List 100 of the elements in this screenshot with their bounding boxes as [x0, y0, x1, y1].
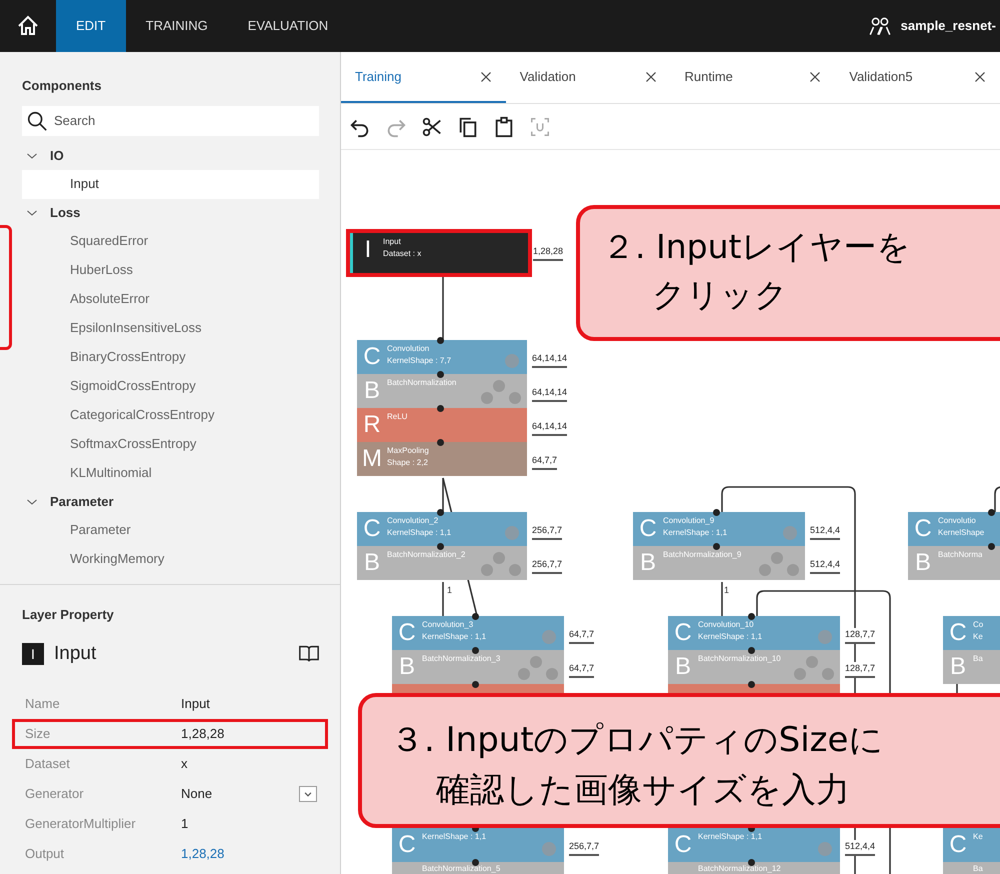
layer-node[interactable] — [392, 684, 564, 693]
property-value: 1,28,28 — [181, 724, 226, 743]
layer-title: Convolution_10 — [698, 619, 755, 631]
tree-item[interactable]: SoftmaxCrossEntropy — [22, 430, 319, 458]
tree-item[interactable]: Parameter — [22, 516, 319, 544]
parameter-badge-icon — [509, 564, 521, 576]
search-field[interactable]: Search — [22, 106, 319, 136]
close-icon[interactable] — [809, 71, 822, 83]
tree-item[interactable]: SigmoidCrossEntropy — [22, 372, 319, 400]
close-icon[interactable] — [480, 71, 492, 83]
editor-tab[interactable]: Training — [341, 53, 506, 103]
layer-title: BatchNormalization_5 — [422, 864, 500, 874]
layer-letter: C — [948, 618, 968, 648]
layer-node[interactable]: R ReLU — [357, 408, 527, 442]
output-shape: 64,14,14 — [532, 420, 568, 436]
copy-icon[interactable] — [457, 116, 479, 138]
output-shape: 128,7,7 — [845, 662, 876, 678]
callout-text: ２. Inputレイヤーを — [602, 226, 912, 268]
layer-title: Input — [383, 236, 402, 248]
output-shape: 64,7,7 — [532, 454, 558, 470]
project-name: sample_resnet- — [900, 17, 997, 36]
tree-item[interactable]: CategoricalCrossEntropy — [22, 400, 319, 430]
layer-title: BatchNormalization — [387, 377, 456, 389]
parameter-badge-icon — [509, 392, 521, 404]
tree-item[interactable]: AbsoluteError — [22, 284, 319, 314]
layer-title: Co — [973, 619, 984, 631]
property-value[interactable]: None — [181, 784, 299, 804]
layer-letter: B — [362, 548, 381, 578]
tree-item[interactable]: HuberLoss — [22, 256, 319, 284]
property-name: Dataset — [25, 754, 71, 773]
layer-node[interactable] — [668, 684, 840, 693]
tree-group-label[interactable]: Parameter — [50, 492, 114, 512]
clipboard-icon[interactable] — [493, 116, 515, 138]
layer-letter: C — [397, 618, 417, 648]
layer-param: KernelShape : 1,1 — [422, 631, 486, 643]
parameter-badge-icon — [794, 668, 806, 680]
tab-label: Validation — [520, 68, 577, 86]
tab-label: Training — [355, 68, 402, 86]
layer-letter: B — [398, 652, 416, 682]
dropdown-icon[interactable] — [299, 786, 317, 802]
nav-tab[interactable]: EVALUATION — [228, 0, 348, 52]
parameter-badge-icon — [481, 564, 493, 576]
layer-badge: I — [22, 643, 44, 666]
parameter-badge-icon — [530, 656, 542, 668]
layer-letter: M — [361, 444, 383, 474]
layer-param: Shape : 2,2 — [387, 457, 429, 469]
editor-tab[interactable]: Validation5 — [835, 53, 1000, 103]
parameter-badge-icon — [493, 380, 505, 392]
weight-badge-icon — [542, 630, 556, 644]
property-value: Input — [181, 694, 211, 713]
nav-tab[interactable]: TRAINING — [126, 0, 228, 52]
tree-group-label[interactable]: Loss — [50, 202, 80, 222]
layer-param: Dataset : x — [383, 248, 422, 260]
layer-node[interactable]: C Ke — [943, 828, 1000, 862]
property-value: 1 — [181, 814, 190, 833]
nav-tab[interactable]: EDIT — [56, 0, 126, 52]
editor-tab[interactable]: Validation — [506, 53, 670, 103]
layer-param: Ke — [973, 631, 984, 643]
layer-letter: C — [638, 514, 658, 544]
layer-param: KernelShape : 1,1 — [387, 527, 452, 539]
close-icon[interactable] — [974, 71, 986, 83]
editor-tab[interactable]: Runtime — [670, 53, 836, 103]
layer-letter: R — [362, 410, 382, 440]
tree-item[interactable]: SquaredError — [22, 226, 319, 256]
tree-item[interactable]: EpsilonInsensitiveLoss — [22, 314, 319, 342]
parameter-badge-icon — [493, 552, 505, 564]
tab-label: Runtime — [684, 68, 734, 86]
layer-letter: B — [914, 548, 932, 578]
layer-param: Ke — [973, 831, 983, 843]
weight-badge-icon — [505, 354, 519, 368]
layer-letter: C — [948, 830, 968, 860]
weight-badge-icon — [818, 842, 832, 856]
output-shape: 256,7,7 — [532, 524, 562, 540]
parameter-badge-icon — [518, 668, 530, 680]
tree-item[interactable]: BinaryCrossEntropy — [22, 342, 319, 372]
layer-letter: C — [362, 514, 382, 544]
property-value[interactable]: 1,28,28 — [181, 844, 325, 864]
output-shape: 512,4,4 — [810, 558, 840, 574]
layer-title: Ba — [973, 864, 983, 874]
tree-item[interactable]: KLMultinomial — [22, 458, 319, 488]
home-icon[interactable] — [16, 14, 40, 38]
tree-item[interactable]: Input — [22, 170, 319, 198]
layer-title: Convolutio — [938, 515, 977, 527]
layer-title: Convolution_3 — [422, 619, 474, 631]
search-input[interactable]: Search — [54, 110, 319, 130]
scissors-icon[interactable] — [421, 116, 443, 138]
weight-badge-icon — [818, 630, 832, 644]
layer-title: MaxPooling — [387, 445, 429, 457]
layer-param: KernelShape — [938, 527, 984, 539]
tree-item[interactable]: WorkingMemory — [22, 544, 319, 574]
layer-letter: B — [948, 652, 967, 682]
layer-letter: B — [362, 376, 381, 406]
close-icon[interactable] — [644, 71, 656, 83]
layer-letter: C — [913, 514, 933, 544]
layer-param: KernelShape : 1,1 — [698, 631, 762, 643]
edge-label: 1 — [447, 584, 452, 597]
tree-group-label[interactable]: IO — [50, 146, 64, 166]
property-name: GeneratorMultiplier — [25, 814, 137, 833]
callout-text: ３. InputのプロパティのSizeに — [390, 719, 884, 762]
layer-title: Convolution — [387, 343, 430, 355]
